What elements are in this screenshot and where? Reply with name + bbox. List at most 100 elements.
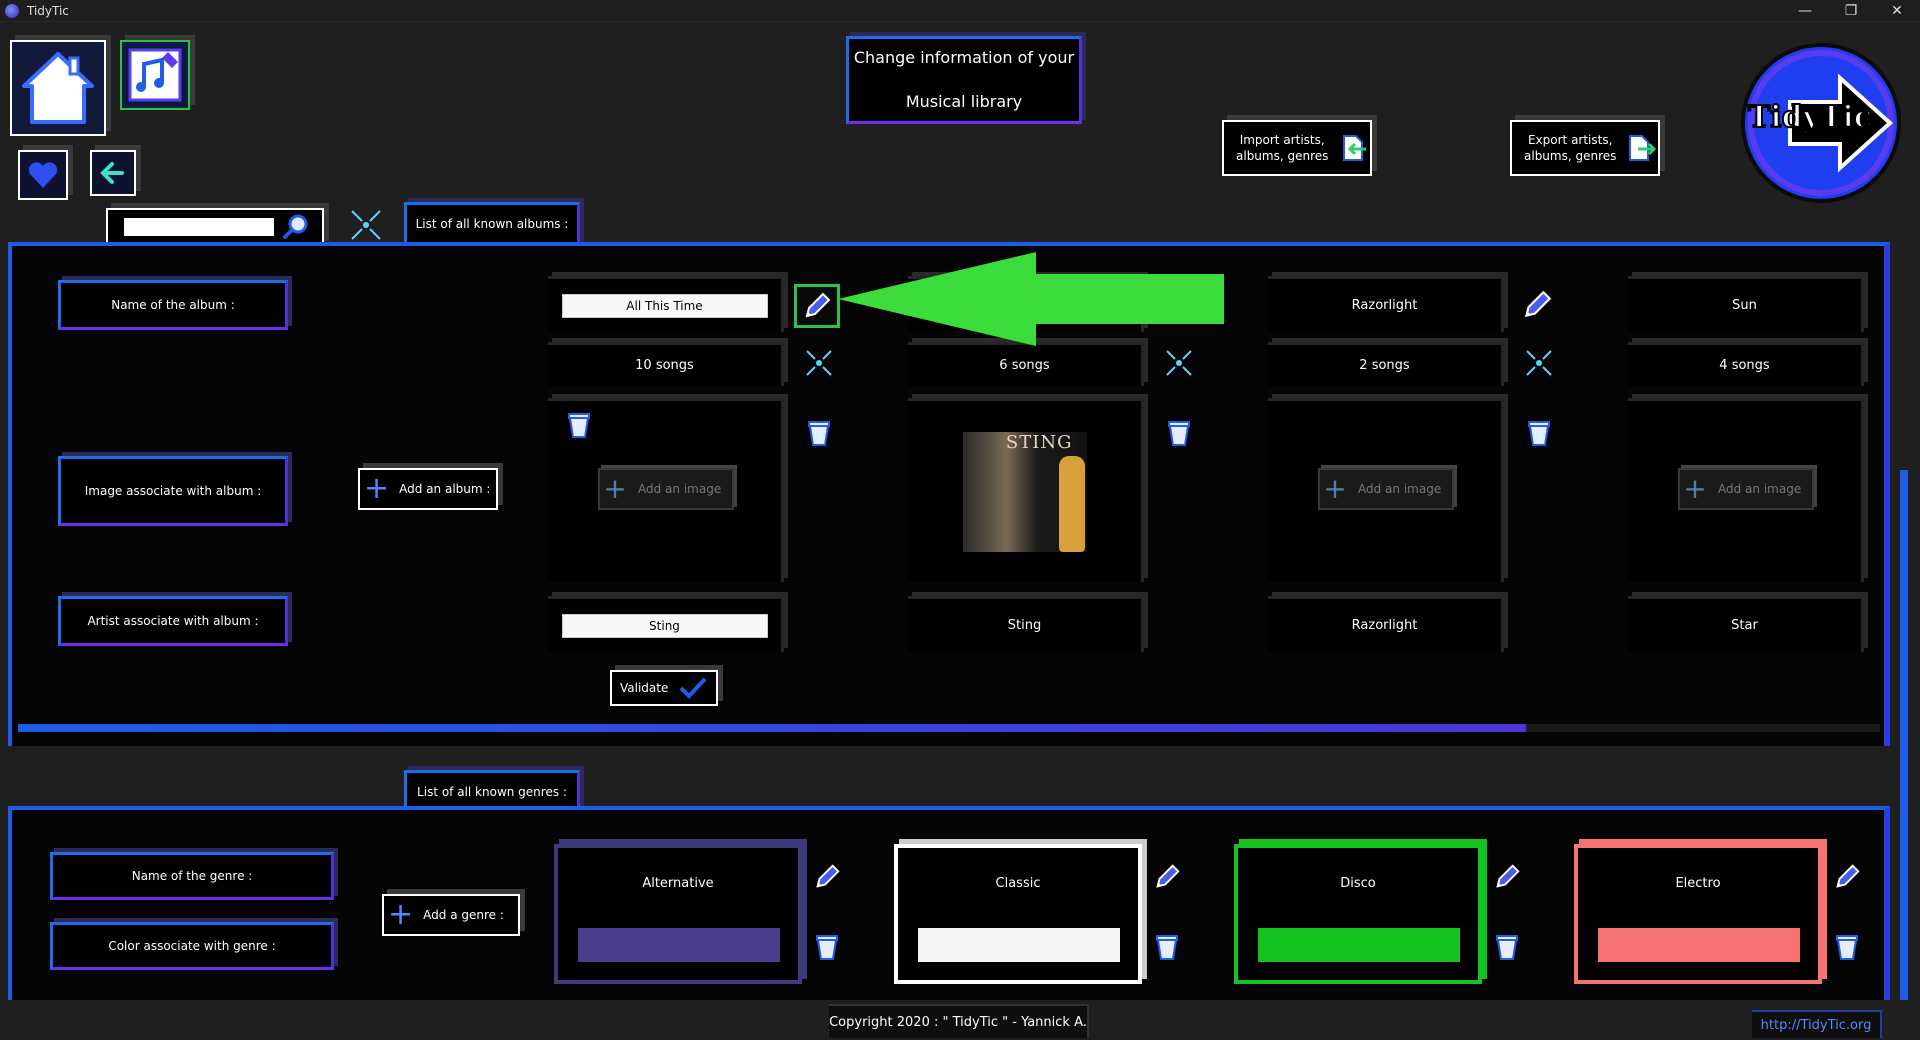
pencil-icon[interactable] [1492, 862, 1522, 892]
album-name-input[interactable]: All This Time [561, 293, 768, 318]
plus-icon: + [603, 472, 627, 505]
logo-text: TidyTic [1747, 99, 1873, 136]
add-image-label: Add an image [638, 482, 722, 496]
trash-icon[interactable] [812, 932, 842, 962]
plus-icon: + [1683, 472, 1707, 505]
arrow-left-icon [92, 152, 134, 194]
album-songs-text: 4 songs [1719, 358, 1770, 373]
trash-icon[interactable] [1832, 932, 1862, 962]
genre-color-swatch [918, 928, 1120, 962]
trash-icon[interactable] [1164, 418, 1194, 448]
search-input[interactable] [124, 218, 274, 236]
import-label: Import artists, albums, genres [1236, 132, 1328, 164]
export-label-line2: albums, genres [1524, 149, 1617, 163]
album-artist-text: Sting [1007, 618, 1042, 633]
scrollbar-thumb[interactable] [18, 724, 1527, 732]
album-artist-cell: Sting [548, 596, 784, 652]
genre-color-swatch [1258, 928, 1460, 962]
guitar-shape [1058, 455, 1085, 552]
maximize-button[interactable]: ❐ [1828, 0, 1874, 22]
app-icon [5, 3, 19, 18]
add-genre-button[interactable]: + Add a genre : [382, 894, 520, 936]
shuffle-icon[interactable] [804, 348, 834, 378]
home-button[interactable] [10, 40, 106, 136]
shuffle-icon[interactable] [348, 207, 384, 243]
shuffle-icon[interactable] [1524, 348, 1554, 378]
album-artist-cell: Sting [908, 596, 1144, 652]
export-button[interactable]: Export artists, albums, genres [1510, 120, 1660, 176]
shuffle-icon[interactable] [1164, 348, 1194, 378]
album-image-label-text: Image associate with album : [84, 484, 262, 498]
trash-icon[interactable] [1152, 932, 1182, 962]
genre-color-swatch [1598, 928, 1800, 962]
genre-name: Electro [1675, 876, 1721, 891]
trash-icon[interactable] [564, 410, 594, 440]
back-button[interactable] [90, 150, 136, 196]
album-name-text: Sun [1732, 298, 1757, 313]
trash-icon[interactable] [1492, 932, 1522, 962]
trash-icon[interactable] [1524, 418, 1554, 448]
favorites-button[interactable] [18, 150, 68, 200]
genre-color-label: Color associate with genre : [50, 922, 334, 970]
plus-icon: + [388, 897, 414, 932]
validate-label: Validate [620, 681, 669, 695]
album-artist-text: Star [1731, 618, 1758, 633]
genre-card[interactable]: Disco [1234, 844, 1482, 984]
genre-card[interactable]: Classic [894, 844, 1142, 984]
window-title: TidyTic [27, 3, 69, 18]
trash-icon[interactable] [804, 418, 834, 448]
add-album-button[interactable]: + Add an album : [358, 468, 498, 510]
add-image-label: Add an image [1718, 482, 1802, 496]
page-title-line1: Change information of your [853, 48, 1075, 67]
album-songs-text: 6 songs [999, 358, 1050, 373]
minimize-button[interactable]: — [1782, 0, 1828, 22]
pencil-icon[interactable] [1152, 862, 1182, 892]
import-label-line1: Import artists, [1239, 133, 1325, 147]
music-library-button[interactable] [120, 40, 190, 110]
add-image-button[interactable]: + Add an image [1318, 468, 1454, 510]
title-bar: TidyTic — ❐ ✕ [0, 0, 1920, 22]
genre-name-label: Name of the genre : [50, 852, 334, 900]
vertical-scrollbar[interactable] [1900, 470, 1908, 1000]
genre-card[interactable]: Electro [1574, 844, 1822, 984]
plus-icon: + [1323, 472, 1347, 505]
import-button[interactable]: Import artists, albums, genres [1222, 120, 1372, 176]
add-album-label: Add an album : [399, 482, 491, 496]
validate-button[interactable]: Validate [610, 670, 718, 706]
album-artist-input[interactable]: Sting [561, 613, 768, 638]
horizontal-scrollbar[interactable] [18, 724, 1880, 732]
add-genre-label: Add a genre : [423, 908, 504, 922]
albums-section-label: List of all known albums : [415, 217, 569, 231]
genre-color-swatch [578, 928, 780, 962]
album-name-cell: Razorlight [1268, 276, 1504, 332]
edit-album-button[interactable] [794, 284, 840, 328]
music-note-icon [122, 42, 188, 108]
copyright-text: Copyright 2020 : " TidyTic " - Yannick A… [829, 1004, 1089, 1038]
close-button[interactable]: ✕ [1874, 0, 1920, 22]
heart-icon [20, 152, 66, 198]
album-songs-cell: 4 songs [1628, 342, 1864, 386]
export-label: Export artists, albums, genres [1524, 132, 1616, 164]
add-image-button[interactable]: + Add an image [1678, 468, 1814, 510]
pencil-icon[interactable] [812, 862, 842, 892]
add-image-button[interactable]: + Add an image [598, 468, 734, 510]
album-name-label: Name of the album : [58, 280, 288, 330]
tidytic-logo: TidyTic [1740, 42, 1902, 204]
album-artist-cell: Razorlight [1268, 596, 1504, 652]
pencil-icon[interactable] [1832, 862, 1862, 892]
genre-name: Disco [1340, 876, 1376, 891]
arrow-left-icon [838, 252, 1224, 346]
album-cover-text: STING [1005, 431, 1073, 453]
genre-card[interactable]: Alternative [554, 844, 802, 984]
pencil-icon[interactable] [1520, 288, 1554, 322]
albums-section-tab: List of all known albums : [404, 202, 580, 246]
album-cover[interactable]: STING [962, 431, 1087, 552]
search-icon[interactable] [282, 213, 310, 241]
website-link[interactable]: http://TidyTic.org [1752, 1010, 1882, 1038]
album-artist-label-text: Artist associate with album : [87, 614, 259, 628]
genre-color-label-text: Color associate with genre : [108, 939, 276, 953]
album-artist-text: Razorlight [1351, 618, 1418, 633]
album-name-label-text: Name of the album : [111, 298, 235, 312]
album-name-cell: Sun [1628, 276, 1864, 332]
page-title-line2: Musical library [905, 92, 1023, 111]
